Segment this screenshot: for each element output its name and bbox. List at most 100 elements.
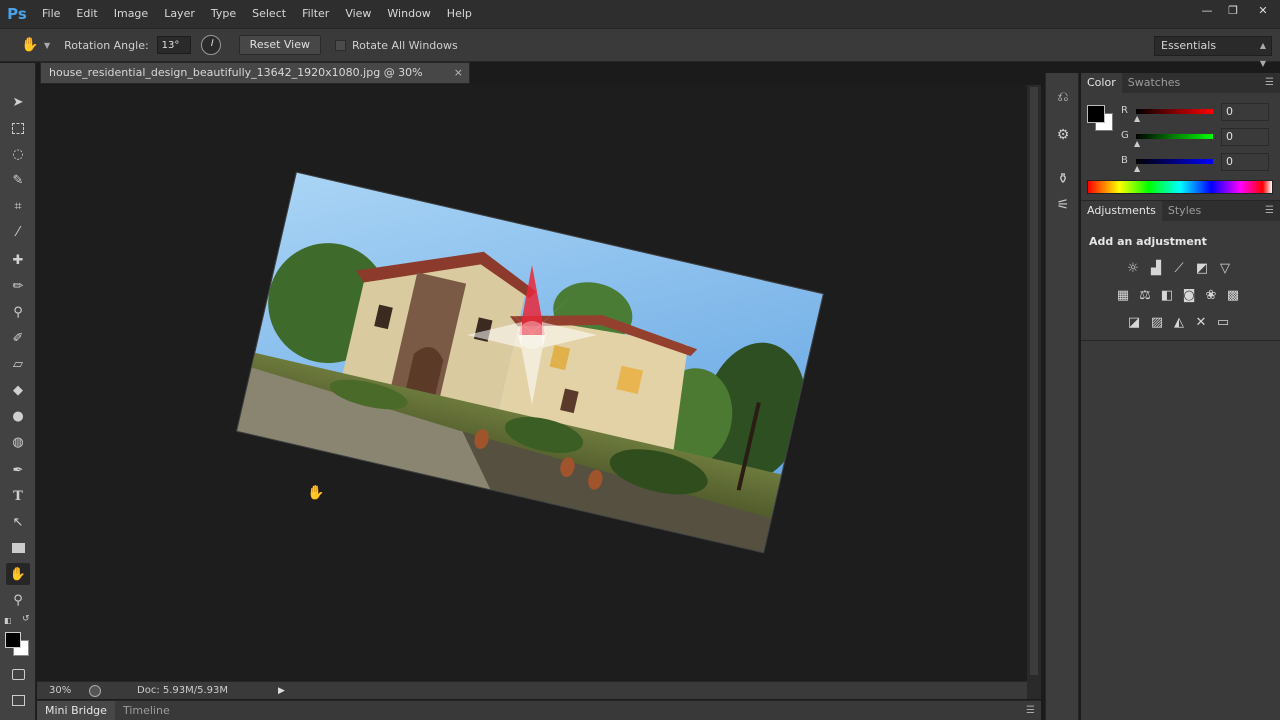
menu-file[interactable]: File: [34, 0, 68, 28]
document-tab[interactable]: house_residential_design_beautifully_136…: [40, 62, 470, 99]
history-brush-tool-icon[interactable]: ✐: [6, 327, 30, 349]
hue-saturation-icon[interactable]: ▦: [1114, 286, 1132, 304]
rotation-angle-input[interactable]: [156, 36, 191, 54]
panel-menu-icon[interactable]: ☰: [1026, 701, 1035, 720]
workspace-select[interactable]: Essentials ▲ ▼: [1154, 36, 1272, 68]
menu-layer[interactable]: Layer: [156, 0, 203, 28]
blue-slider[interactable]: B ▲ 0: [1121, 153, 1271, 173]
tab-mini-bridge[interactable]: Mini Bridge: [37, 700, 115, 720]
color-lookup-icon[interactable]: ▩: [1224, 286, 1242, 304]
eyedropper-tool-icon[interactable]: ⁄: [6, 221, 30, 243]
blue-slider-label: B: [1121, 155, 1128, 166]
panel-menu-icon[interactable]: ☰: [1265, 73, 1274, 93]
marquee-tool-icon[interactable]: [6, 117, 30, 139]
brush-presets-icon[interactable]: ⚱: [1053, 169, 1073, 189]
zoom-level[interactable]: 30%: [49, 685, 83, 696]
blue-slider-knob-icon[interactable]: ▲: [1134, 164, 1140, 173]
channel-mixer-icon[interactable]: ❀: [1202, 286, 1220, 304]
dodge-tool-icon[interactable]: ◍: [6, 431, 30, 453]
clone-stamp-tool-icon[interactable]: ⚲: [6, 301, 30, 323]
threshold-icon[interactable]: ◭: [1170, 313, 1188, 331]
menu-view[interactable]: View: [337, 0, 379, 28]
menu-type[interactable]: Type: [203, 0, 244, 28]
canvas-area[interactable]: ✋: [37, 85, 1027, 681]
tab-styles[interactable]: Styles: [1162, 201, 1207, 221]
green-slider-track[interactable]: [1136, 134, 1213, 139]
tab-color[interactable]: Color: [1081, 73, 1122, 93]
foreground-color-swatch[interactable]: [5, 632, 21, 648]
lasso-tool-icon[interactable]: ◌: [6, 143, 30, 165]
blur-tool-icon[interactable]: ●: [6, 405, 30, 427]
blue-slider-track[interactable]: [1136, 159, 1213, 164]
red-value-input[interactable]: 0: [1221, 103, 1269, 121]
properties-icon[interactable]: ⚙: [1053, 125, 1073, 145]
menu-select[interactable]: Select: [244, 0, 294, 28]
tab-swatches[interactable]: Swatches: [1122, 73, 1187, 93]
color-balance-icon[interactable]: ⚖: [1136, 286, 1154, 304]
pen-tool-icon[interactable]: ✒: [6, 459, 30, 481]
levels-icon[interactable]: ▟: [1147, 259, 1165, 277]
black-white-icon[interactable]: ◧: [1158, 286, 1176, 304]
close-icon[interactable]: ✕: [1246, 0, 1280, 20]
move-tool-icon[interactable]: ➤: [6, 91, 30, 113]
photo-filter-icon[interactable]: ◙: [1180, 286, 1198, 304]
rotation-angle-label: Rotation Angle:: [64, 38, 149, 52]
green-slider[interactable]: G ▲ 0: [1121, 128, 1271, 148]
right-panels: Color Swatches ☰ R ▲ 0 G ▲ 0 B ▲ 0 Adjus…: [1081, 73, 1280, 720]
rotate-view-tool-icon[interactable]: ✋: [20, 35, 40, 55]
type-tool-icon[interactable]: T: [6, 485, 30, 507]
reset-view-button[interactable]: Reset View: [238, 35, 321, 55]
menu-edit[interactable]: Edit: [68, 0, 105, 28]
path-selection-tool-icon[interactable]: ↖: [6, 511, 30, 533]
menu-image[interactable]: Image: [106, 0, 156, 28]
blue-value-input[interactable]: 0: [1221, 153, 1269, 171]
panel-menu-icon[interactable]: ☰: [1265, 201, 1274, 221]
rectangle-tool-icon[interactable]: [6, 537, 30, 559]
gradient-map-icon[interactable]: ▭: [1214, 313, 1232, 331]
green-value-input[interactable]: 0: [1221, 128, 1269, 146]
minimize-icon[interactable]: —: [1194, 0, 1220, 20]
green-slider-knob-icon[interactable]: ▲: [1134, 139, 1140, 148]
tab-adjustments[interactable]: Adjustments: [1081, 201, 1162, 221]
vertical-scrollbar[interactable]: [1027, 85, 1041, 681]
exposure-icon[interactable]: ◩: [1193, 259, 1211, 277]
swap-colors-icon[interactable]: ↺: [22, 614, 30, 624]
red-slider-knob-icon[interactable]: ▲: [1134, 114, 1140, 123]
rotate-all-windows-checkbox[interactable]: [335, 39, 346, 51]
history-icon[interactable]: ⎌: [1053, 87, 1073, 107]
zoom-tool-icon[interactable]: ⚲: [6, 589, 30, 611]
red-slider-track[interactable]: [1136, 109, 1213, 114]
healing-brush-tool-icon[interactable]: ✚: [6, 249, 30, 271]
default-colors-icon[interactable]: ◧: [4, 616, 12, 625]
posterize-icon[interactable]: ▨: [1148, 313, 1166, 331]
eraser-tool-icon[interactable]: ▱: [6, 353, 30, 375]
color-spectrum-ramp[interactable]: [1087, 180, 1273, 194]
rotate-view-tool-icon[interactable]: ✋: [6, 563, 30, 585]
red-slider[interactable]: R ▲ 0: [1121, 103, 1271, 123]
brush-tool-icon[interactable]: ✏: [6, 275, 30, 297]
horizontal-scrollbar[interactable]: [1027, 681, 1041, 699]
restore-icon[interactable]: ❐: [1220, 0, 1246, 20]
tool-preset-chevron-down-icon[interactable]: ▼: [44, 41, 50, 50]
rotation-dial-icon[interactable]: [200, 35, 221, 55]
tool-presets-icon[interactable]: ⚟: [1053, 195, 1073, 215]
menu-filter[interactable]: Filter: [294, 0, 337, 28]
menu-help[interactable]: Help: [439, 0, 480, 28]
tab-timeline[interactable]: Timeline: [115, 701, 178, 720]
selective-color-icon[interactable]: ✕: [1192, 313, 1210, 331]
invert-icon[interactable]: ◪: [1125, 313, 1143, 331]
quick-mask-icon[interactable]: [6, 663, 30, 685]
curves-icon[interactable]: ⟋: [1170, 259, 1188, 277]
quick-selection-tool-icon[interactable]: ✎: [6, 169, 30, 191]
foreground-color-swatch[interactable]: [1087, 105, 1105, 123]
status-info-icon[interactable]: [89, 684, 101, 697]
brightness-contrast-icon[interactable]: ☼: [1124, 259, 1142, 277]
vibrance-icon[interactable]: ▽: [1216, 259, 1234, 277]
screen-mode-icon[interactable]: [6, 689, 30, 711]
crop-tool-icon[interactable]: ⌗: [6, 195, 30, 217]
collapsed-panels-strip: ⎌ ⚙ ⚱ ⚟: [1045, 73, 1079, 720]
close-icon[interactable]: ×: [454, 63, 463, 83]
status-menu-arrow-icon[interactable]: ▶: [278, 686, 285, 696]
paint-bucket-tool-icon[interactable]: ◆: [6, 379, 30, 401]
menu-window[interactable]: Window: [379, 0, 438, 28]
